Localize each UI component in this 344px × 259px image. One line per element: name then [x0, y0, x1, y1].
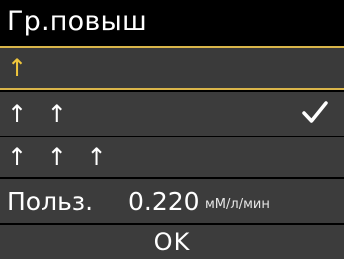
option-rate-1[interactable]: ↑ [0, 46, 344, 90]
custom-unit: мМ/л/мин [205, 197, 270, 212]
option-custom[interactable]: Польз. 0.220 мМ/л/мин [0, 179, 344, 223]
option-rate-2[interactable]: ↑ ↑ [0, 92, 344, 136]
custom-value: 0.220 [128, 186, 200, 216]
option-label: ↑ [7, 54, 34, 82]
checkmark-icon [302, 101, 328, 123]
screen: Гр.повыш ↑ ↑ ↑ ↑ ↑ ↑ Польз. 0.220 мМ/л/м… [0, 0, 344, 259]
option-rate-3[interactable]: ↑ ↑ ↑ [0, 137, 344, 177]
header: Гр.повыш [0, 0, 344, 44]
page-title: Гр.повыш [7, 6, 147, 37]
option-label: ↑ ↑ ↑ [7, 143, 113, 171]
custom-label: Польз. [7, 186, 94, 216]
ok-button[interactable]: OK [0, 225, 344, 259]
ok-label: OK [153, 228, 191, 256]
option-label: ↑ ↑ [7, 100, 73, 128]
